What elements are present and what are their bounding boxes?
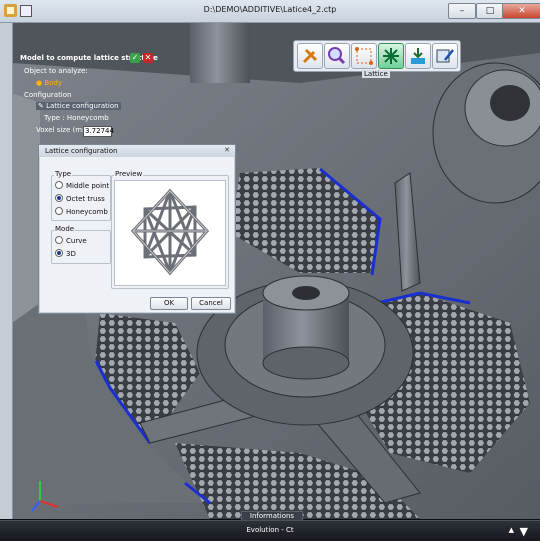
export-icon[interactable]	[405, 43, 431, 69]
radio-label: Curve	[66, 237, 87, 245]
title-bar: D:\DEMO\ADDITIVE\Latice4_2.ctp – □ ✕	[0, 0, 540, 23]
radio-dot	[55, 181, 63, 189]
lattice-config-label: Lattice configuration	[46, 102, 119, 110]
radio-dot	[55, 194, 63, 202]
left-toolbar-strip[interactable]	[0, 23, 13, 519]
dialog-close-icon[interactable]: ✕	[222, 146, 232, 155]
object-to-analyze-label: Object to analyze:	[24, 67, 88, 75]
close-button[interactable]: ✕	[502, 3, 540, 19]
inspect-icon[interactable]	[324, 43, 350, 69]
maximize-button[interactable]: □	[476, 3, 504, 19]
lattice-ribbon	[293, 40, 461, 72]
status-text: Evolution - Ct	[246, 526, 294, 534]
minimize-button[interactable]: –	[448, 3, 476, 19]
confirm-icon[interactable]: ✓	[130, 53, 140, 63]
preview-label: Preview	[114, 170, 144, 178]
points-icon[interactable]	[351, 43, 377, 69]
type-group-label: Type	[54, 170, 73, 178]
status-bar: Evolution - Ct ▲ ▼	[0, 520, 540, 541]
radio-middle-point[interactable]: Middle point	[55, 181, 109, 190]
radio-label: Middle point	[66, 182, 110, 190]
octet-truss-preview-image	[130, 188, 210, 276]
radio-label: Octet truss	[66, 195, 105, 203]
filter-icon[interactable]: ▼	[520, 525, 528, 538]
radio-label: 3D	[66, 250, 76, 258]
configuration-label: Configuration	[24, 91, 72, 99]
body-icon: ●	[36, 79, 43, 87]
lattice-preview	[114, 180, 226, 286]
tree-item-body[interactable]: ● Body	[36, 79, 62, 87]
body-label: Body	[44, 79, 63, 87]
radio-octet-truss[interactable]: Octet truss	[55, 194, 105, 203]
tools-icon[interactable]	[297, 43, 323, 69]
ok-button[interactable]: OK	[150, 297, 188, 310]
radio-dot	[55, 236, 63, 244]
cancel-button[interactable]: Cancel	[191, 297, 231, 310]
voxel-size-input[interactable]: 3.72744	[83, 126, 114, 137]
edit-icon[interactable]	[432, 43, 458, 69]
radio-3d[interactable]: 3D	[55, 249, 76, 258]
radio-dot	[55, 249, 63, 257]
tree-item-lattice-configuration[interactable]: ✎ Lattice configuration	[36, 102, 121, 110]
ribbon-section-label: Lattice	[362, 70, 390, 78]
mode-group-label: Mode	[54, 225, 76, 233]
collapse-icon[interactable]: ▲	[509, 526, 514, 534]
radio-label: Honeycomb	[66, 208, 108, 216]
radio-curve[interactable]: Curve	[55, 236, 87, 245]
lattice-configuration-dialog: Lattice configuration ✕ Type Middle poin…	[38, 144, 236, 314]
radio-dot	[55, 207, 63, 215]
config-icon: ✎	[38, 102, 44, 110]
type-label: Type : Honeycomb	[44, 114, 109, 122]
cancel-icon[interactable]: ✕	[143, 53, 153, 63]
lattice-icon[interactable]	[378, 43, 404, 69]
dialog-title: Lattice configuration	[39, 145, 235, 157]
radio-honeycomb[interactable]: Honeycomb	[55, 207, 108, 216]
